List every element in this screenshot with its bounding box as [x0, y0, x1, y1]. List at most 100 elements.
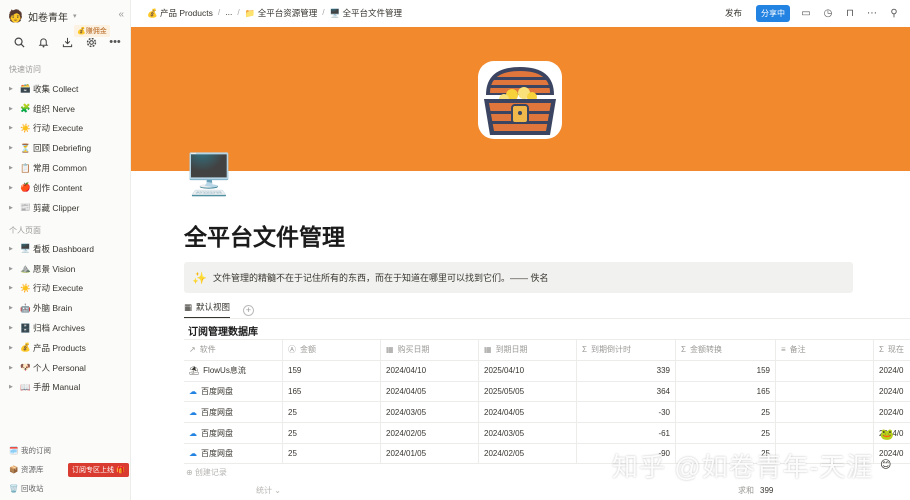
table-cell-buy[interactable]: 2024/04/05 [381, 381, 479, 402]
sidebar-item-personal-5[interactable]: ▶ 💰 产品 Products [0, 338, 131, 358]
breadcrumb-item[interactable]: ... [225, 7, 232, 19]
table-cell-app[interactable]: ⛱ FlowUs息流 [184, 360, 283, 381]
table-cell-app[interactable]: ☁ 百度网盘 [184, 381, 283, 402]
sidebar-item-quick-0[interactable]: ▶ 🗃️ 收集 Collect [0, 79, 131, 99]
table-cell-due[interactable]: 2024/02/05 [479, 443, 577, 463]
sidebar-item-quick-4[interactable]: ▶ 📋 常用 Common [0, 158, 131, 178]
table-cell-countdown[interactable]: 339 [577, 360, 676, 381]
caret-right-icon[interactable]: ▶ [9, 365, 20, 371]
table-cell-app[interactable]: ☁ 百度网盘 [184, 402, 283, 423]
frog-helper-icon[interactable]: 🐸 [880, 428, 894, 441]
table-cell-now[interactable]: 2024/0 [874, 382, 910, 402]
sidebar-item-quick-2[interactable]: ▶ ☀️ 行动 Execute [0, 119, 131, 139]
publish-button[interactable]: 发布 [721, 4, 746, 22]
table-cell-convert[interactable]: 165 [676, 381, 776, 402]
table-cell-due[interactable]: 2025/05/05 [479, 381, 577, 402]
page-title[interactable]: 全平台文件管理 [184, 218, 345, 252]
table-cell-app[interactable]: ☁ 百度网盘 [184, 423, 283, 443]
table-cell-countdown[interactable]: 364 [577, 381, 676, 402]
caret-right-icon[interactable]: ▶ [9, 246, 20, 252]
caret-right-icon[interactable]: ▶ [9, 285, 20, 291]
column-header[interactable]: ≡ 备注 [776, 340, 874, 360]
sidebar-item-personal-4[interactable]: ▶ 🗄️ 归档 Archives [0, 318, 131, 338]
sidebar-item-personal-7[interactable]: ▶ 📖 手册 Manual [0, 378, 131, 398]
caret-right-icon[interactable]: ▶ [9, 125, 20, 131]
search-icon[interactable] [12, 35, 26, 49]
table-row[interactable]: ☁ 百度网盘 165 2024/04/05 2025/05/05 364 165 2024/0 [184, 380, 910, 402]
breadcrumb-item[interactable]: 🖥️ 全平台文件管理 [330, 7, 402, 19]
caret-right-icon[interactable]: ▶ [9, 266, 20, 272]
database-title[interactable]: 订阅管理数据库 [188, 323, 258, 338]
sidebar-item-personal-2[interactable]: ▶ ☀️ 行动 Execute [0, 279, 131, 299]
sidebar-footer-item[interactable]: 🗑️ 回收站 [0, 479, 131, 498]
tab-default-view[interactable]: ▦ 默认视图 [184, 301, 231, 319]
table-cell-buy[interactable]: 2024/04/10 [381, 360, 479, 381]
column-header[interactable]: ▦ 购买日期 [381, 340, 479, 360]
subscription-launch-badge[interactable]: 订阅专区上线 🎁 [68, 463, 129, 477]
sidebar-item-quick-6[interactable]: ▶ 📰 剪藏 Clipper [0, 198, 131, 218]
caret-right-icon[interactable]: ▶ [9, 205, 20, 211]
share-button[interactable]: 分享中 [756, 4, 790, 22]
caret-right-icon[interactable]: ▶ [9, 145, 20, 151]
gear-icon[interactable] [84, 35, 98, 49]
page-icon[interactable]: 🖥️ [184, 151, 234, 199]
table-row[interactable]: ☁ 百度网盘 25 2024/03/05 2024/04/05 -30 25 2024/0 [184, 401, 910, 423]
download-icon[interactable] [60, 35, 74, 49]
table-cell-amount[interactable]: 25 [283, 443, 381, 463]
table-cell-now[interactable]: 2024/0 [874, 402, 910, 422]
column-header[interactable]: Σ 现在 [874, 340, 910, 360]
table-cell-due[interactable]: 2024/03/05 [479, 423, 577, 443]
table-cell-buy[interactable]: 2024/03/05 [381, 402, 479, 423]
bookmark-icon[interactable]: ⊓ [844, 8, 856, 19]
sidebar-item-personal-0[interactable]: ▶ 🖥️ 看板 Dashboard [0, 239, 131, 259]
sidebar-item-quick-3[interactable]: ▶ ⏳ 回顾 Debriefing [0, 138, 131, 158]
table-cell-buy[interactable]: 2024/02/05 [381, 423, 479, 443]
table-cell-note[interactable] [776, 423, 874, 443]
table-cell-convert[interactable]: 25 [676, 402, 776, 423]
table-cell-convert[interactable]: 159 [676, 360, 776, 381]
table-cell-due[interactable]: 2025/04/10 [479, 360, 577, 381]
bell-icon[interactable] [36, 35, 50, 49]
caret-right-icon[interactable]: ▶ [9, 86, 20, 92]
table-row[interactable]: ⛱ FlowUs息流 159 2024/04/10 2025/04/10 339 159 20… [184, 359, 910, 381]
comment-icon[interactable]: ▭ [800, 8, 812, 19]
caret-right-icon[interactable]: ▶ [9, 384, 20, 390]
table-cell-due[interactable]: 2024/04/05 [479, 402, 577, 423]
table-cell-amount[interactable]: 159 [283, 360, 381, 381]
table-cell-amount[interactable]: 25 [283, 402, 381, 423]
caret-right-icon[interactable]: ▶ [9, 345, 20, 351]
table-cell-app[interactable]: ☁ 百度网盘 [184, 443, 283, 463]
column-header[interactable]: ▦ 到期日期 [479, 340, 577, 360]
sidebar-item-quick-5[interactable]: ▶ 🍎 创作 Content [0, 178, 131, 198]
breadcrumb-item[interactable]: 📁 全平台资源管理 [245, 7, 317, 19]
column-header[interactable]: ↗ 软件 [184, 340, 283, 360]
caret-right-icon[interactable]: ▶ [9, 106, 20, 112]
table-cell-note[interactable] [776, 381, 874, 402]
table-cell-countdown[interactable]: -30 [577, 402, 676, 423]
breadcrumb-item[interactable]: 💰 产品 Products [147, 7, 213, 19]
column-header[interactable]: Ⓐ 金额 [283, 340, 381, 360]
caret-right-icon[interactable]: ▶ [9, 185, 20, 191]
quote-callout[interactable]: ✨ 文件管理的精髓不在于记住所有的东西，而在于知道在哪里可以找到它们。—— 佚名 [184, 262, 853, 293]
add-view-icon[interactable]: + [243, 304, 255, 316]
table-cell-amount[interactable]: 25 [283, 423, 381, 443]
clock-icon[interactable]: ◷ [822, 8, 834, 19]
sidebar-item-personal-6[interactable]: ▶ 🐶 个人 Personal [0, 358, 131, 378]
new-record-button[interactable]: ⊕ 创建记录 [186, 467, 227, 478]
table-cell-buy[interactable]: 2024/01/05 [381, 443, 479, 463]
column-header[interactable]: Σ 金额转换 [676, 340, 776, 360]
caret-right-icon[interactable]: ▶ [9, 165, 20, 171]
collapse-sidebar-icon[interactable]: « [118, 9, 124, 20]
calculate-dropdown[interactable]: 统计 ⌄ [256, 485, 281, 496]
sidebar-item-personal-3[interactable]: ▶ 🤖 外脑 Brain [0, 298, 131, 318]
emoji-helper-icon[interactable]: 😊 [880, 458, 891, 471]
table-row[interactable]: ☁ 百度网盘 25 2024/02/05 2024/03/05 -61 25 2024/0 [184, 422, 910, 443]
page-cover[interactable] [131, 27, 910, 171]
caret-right-icon[interactable]: ▶ [9, 325, 20, 331]
caret-right-icon[interactable]: ▶ [9, 305, 20, 311]
table-cell-amount[interactable]: 165 [283, 381, 381, 402]
sidebar-item-quick-1[interactable]: ▶ 🧩 组织 Nerve [0, 99, 131, 119]
table-cell-now[interactable]: 2024/0 [874, 361, 910, 381]
table-cell-note[interactable] [776, 402, 874, 423]
sum-summary[interactable]: 求和 399 [738, 485, 773, 496]
